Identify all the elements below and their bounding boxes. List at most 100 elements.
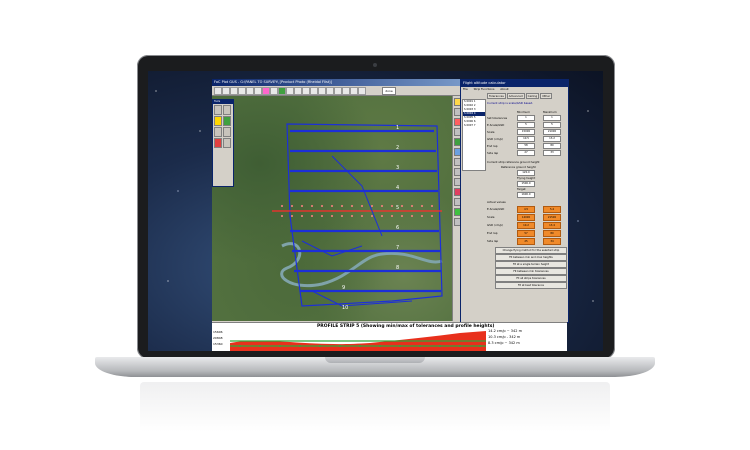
min-field[interactable]: 5: [517, 122, 535, 128]
profile-graph: [230, 331, 486, 351]
max-field[interactable]: 5: [543, 122, 561, 128]
tab-other[interactable]: Other: [540, 93, 553, 99]
calculator-tabs: Tolerances Advanced Ceiling Other: [487, 93, 553, 99]
flight-altitude-calculator: Flight altitude calculator File Strip Fu…: [460, 79, 569, 323]
strip-number: 10: [342, 305, 348, 311]
open-file-icon[interactable]: [214, 87, 222, 95]
profile-right-label: 14.2 cm/p ~ 342 m: [488, 329, 523, 333]
block-tool-icon[interactable]: [223, 127, 231, 137]
row-label: E-Scale/GSD: [487, 123, 505, 127]
ruler-icon[interactable]: [270, 87, 278, 95]
calculator-menu: File Strip Functions About: [461, 87, 568, 92]
max-field[interactable]: 33: [543, 150, 561, 156]
measure-icon[interactable]: [326, 87, 334, 95]
strip-number: 3: [396, 165, 399, 171]
pointer-icon[interactable]: [230, 87, 238, 95]
tab-ceiling[interactable]: Ceiling: [525, 93, 540, 99]
layer-icon[interactable]: [262, 87, 270, 95]
row-label: End lap: [487, 231, 498, 235]
strip-list[interactable]: S 0001 1 S 0002 2 S 0003 3 S 0004 4 S 00…: [462, 99, 486, 171]
fit-min-max-button[interactable]: Fit between min and max heights: [495, 254, 567, 261]
save-icon[interactable]: [222, 87, 230, 95]
tool-palette: Tools: [212, 99, 234, 187]
strip-number: 5: [396, 205, 399, 211]
profile-right-label: 8.3 cm/p ~ 342 m: [488, 341, 520, 345]
info-icon[interactable]: [358, 87, 366, 95]
menu-strip-functions[interactable]: Strip Functions: [474, 87, 495, 91]
redo-icon[interactable]: [342, 87, 350, 95]
menu-file[interactable]: File: [463, 87, 468, 91]
change-method-button[interactable]: Change flying method for the selected st…: [495, 247, 567, 254]
row-label: Side lap: [487, 151, 499, 155]
actual-max: 34: [543, 238, 561, 245]
text-icon[interactable]: [302, 87, 310, 95]
fit-best-tolerance-button[interactable]: Fit at best tolerance: [495, 282, 567, 289]
draw-tool-icon[interactable]: [223, 105, 231, 115]
target-field[interactable]: 1600.0: [517, 192, 535, 198]
profile-left-label: 15360: [213, 342, 223, 346]
actual-min: 25: [517, 238, 535, 245]
profile-panel: PROFILE STRIP 5 (Showing min/max of tole…: [212, 322, 567, 351]
grid-icon[interactable]: [286, 87, 294, 95]
max-field[interactable]: 13.2: [543, 136, 561, 142]
app-window: FoC Plot GUS - G:\PANEL TO SURVEY\ [Prod…: [212, 79, 569, 351]
strip-number: 4: [396, 185, 399, 191]
min-field[interactable]: 58: [517, 143, 535, 149]
map-canvas[interactable]: 1 2 3 4 5 6 7 8 9 10: [212, 96, 452, 321]
max-field[interactable]: 1: [543, 115, 561, 121]
tab-advanced[interactable]: Advanced: [506, 93, 525, 99]
row-label: End lap: [487, 144, 498, 148]
zoom-in-icon[interactable]: [238, 87, 246, 95]
max-field[interactable]: 21000: [543, 129, 561, 135]
row-label: GSD (cm/p): [487, 223, 504, 227]
select-tool-icon[interactable]: [214, 105, 222, 115]
map-toolbar-label[interactable]: done: [382, 87, 396, 95]
actual-min: 14000: [517, 214, 535, 221]
min-header: Minimum: [517, 110, 530, 114]
settings-icon[interactable]: [350, 87, 358, 95]
min-field[interactable]: 1: [517, 115, 535, 121]
zoom-out-icon[interactable]: [246, 87, 254, 95]
map-icon[interactable]: [278, 87, 286, 95]
undo-icon[interactable]: [334, 87, 342, 95]
line-icon[interactable]: [310, 87, 318, 95]
profile-left-label: 15606: [213, 330, 223, 334]
actual-max: 80: [543, 230, 561, 237]
camera-icon: [373, 63, 377, 67]
strip-tool-icon[interactable]: [214, 127, 222, 137]
target-label: Target: [517, 187, 526, 191]
laptop-screen: FoC Plot GUS - G:\PANEL TO SURVEY\ [Prod…: [148, 71, 603, 351]
strip-number: 7: [396, 245, 399, 251]
polygon-icon[interactable]: [318, 87, 326, 95]
strip-number: 2: [396, 145, 399, 151]
strip-number: 8: [396, 265, 399, 271]
print-icon[interactable]: [294, 87, 302, 95]
min-field[interactable]: 10.5: [517, 136, 535, 142]
pan-icon[interactable]: [254, 87, 262, 95]
actual-max: 13.4: [543, 222, 561, 229]
reference-heading: Current strip reference ground height: [487, 160, 540, 164]
fit-min-tolerance-button[interactable]: Fit between min tolerances: [495, 268, 567, 275]
strip-number: 1: [396, 125, 399, 131]
profile-right-label: 10.3 cm/p - 342 m: [488, 335, 521, 339]
fit-all-strips-button[interactable]: Fit all strips tolerances: [495, 275, 567, 282]
fit-single-height-button[interactable]: Fit at a single terrain height: [495, 261, 567, 268]
strip-list-item[interactable]: S 0007 7: [463, 124, 485, 128]
laptop-notch: [325, 357, 425, 363]
max-header: Maximum: [543, 110, 557, 114]
delete-tool-icon[interactable]: [214, 138, 222, 148]
camera-tool-icon[interactable]: [214, 116, 222, 126]
row-label: E-Scale/GSD: [487, 207, 505, 211]
min-field[interactable]: 27: [517, 150, 535, 156]
row-label: Set tolerances: [487, 116, 508, 120]
tab-tolerances[interactable]: Tolerances: [487, 93, 506, 99]
max-field[interactable]: 80: [543, 143, 561, 149]
min-field[interactable]: 15000: [517, 129, 535, 135]
terrain-tool-icon[interactable]: [223, 116, 231, 126]
menu-about[interactable]: About: [500, 87, 508, 91]
actual-max: 5.4: [543, 206, 561, 213]
actual-min: 4.5: [517, 206, 535, 213]
calculator-title: Flight altitude calculator: [461, 80, 568, 87]
actual-max: 21500: [543, 214, 561, 221]
rotate-tool-icon[interactable]: [223, 138, 231, 148]
